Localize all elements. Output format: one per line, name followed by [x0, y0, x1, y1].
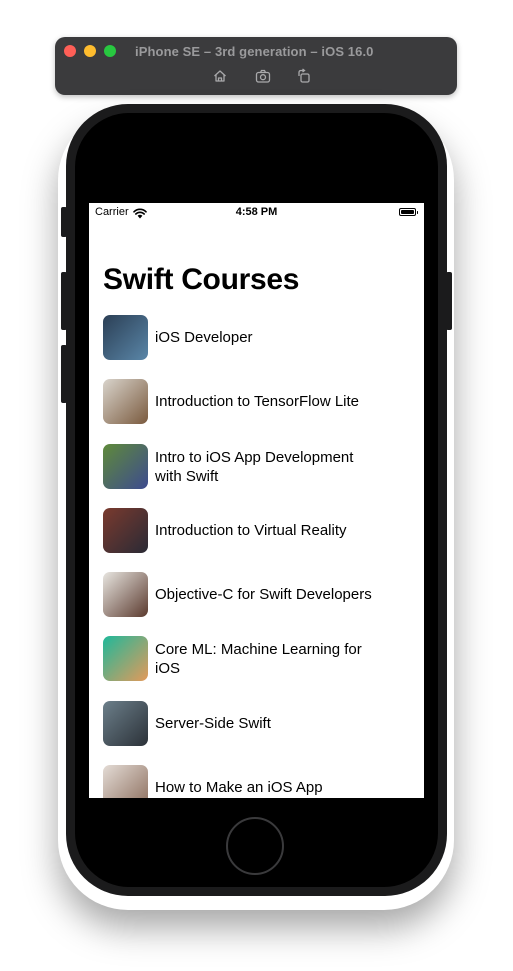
course-title: Core ML: Machine Learning for iOS [155, 641, 362, 678]
device-home-button[interactable] [226, 817, 284, 875]
status-bar: Carrier 4:58 PM [89, 203, 424, 223]
course-title: Objective-C for Swift Developers [155, 586, 372, 604]
course-thumbnail [103, 379, 148, 425]
course-list: iOS Developer Introduction to TensorFlow … [89, 315, 424, 798]
page-title: Swift Courses [103, 263, 300, 296]
course-thumbnail [103, 700, 148, 746]
simulator-toolbar: iPhone SE – 3rd generation – iOS 16.0 [55, 37, 457, 95]
course-title: iOS Developer [155, 329, 253, 346]
list-item[interactable]: Server-Side Swift [89, 700, 424, 765]
course-title: Introduction to Virtual Reality [155, 521, 347, 539]
list-item[interactable]: Intro to iOS App Development with Swift [89, 443, 424, 508]
course-thumbnail [103, 572, 148, 618]
list-item[interactable]: How to Make an iOS App [89, 765, 424, 798]
course-title: Introduction to TensorFlow Lite [155, 393, 360, 411]
list-item[interactable]: Introduction to TensorFlow Lite [89, 379, 424, 443]
battery-icon [399, 208, 418, 216]
course-thumbnail [103, 507, 148, 553]
list-item[interactable]: iOS Developer [89, 315, 424, 379]
course-thumbnail [103, 443, 148, 489]
screenshot-icon[interactable] [255, 68, 271, 84]
course-title: How to Make an iOS App [155, 779, 323, 797]
rotate-icon[interactable] [296, 68, 312, 84]
device-screen: Carrier 4:58 PM Swift Courses iOS Develo… [89, 203, 424, 798]
minimize-window-button[interactable] [84, 45, 96, 57]
zoom-window-button[interactable] [104, 45, 116, 57]
list-item[interactable]: Core ML: Machine Learning for iOS [89, 636, 424, 700]
course-title: Intro to iOS App Development with Swift [155, 448, 354, 485]
home-icon[interactable] [212, 68, 228, 84]
course-thumbnail [103, 315, 148, 360]
course-title: Server-Side Swift [155, 714, 271, 732]
status-time: 4:58 PM [235, 206, 278, 218]
list-item[interactable]: Objective-C for Swift Developers [89, 572, 424, 636]
list-item[interactable]: Introduction to Virtual Reality [89, 507, 424, 572]
close-window-button[interactable] [64, 45, 76, 57]
course-thumbnail [103, 636, 148, 682]
course-thumbnail [103, 765, 148, 798]
simulator-title: iPhone SE – 3rd generation – iOS 16.0 [135, 44, 374, 59]
